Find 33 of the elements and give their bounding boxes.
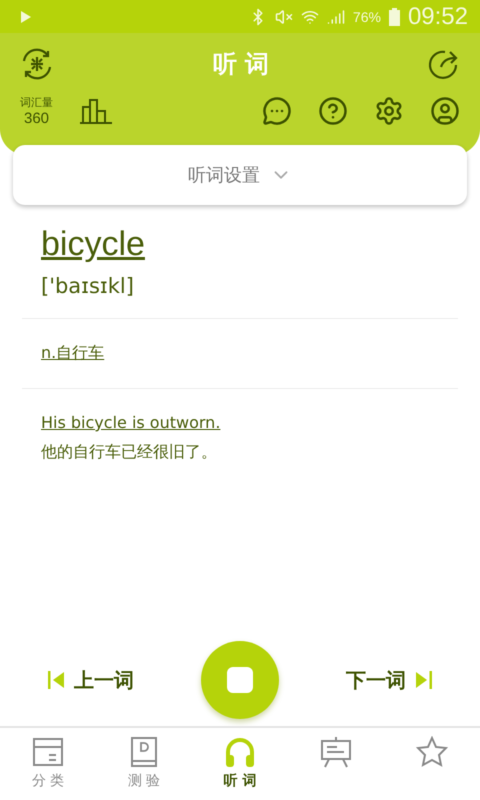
- user-icon[interactable]: [430, 96, 460, 126]
- stop-icon: [227, 667, 253, 693]
- star-icon: [416, 736, 448, 768]
- skip-forward-icon: [414, 670, 432, 690]
- headphones-icon: [224, 736, 256, 768]
- next-button[interactable]: 下一词: [346, 666, 432, 694]
- previous-button[interactable]: 上一词: [48, 666, 134, 694]
- skip-back-icon: [48, 670, 66, 690]
- headword[interactable]: bicycle: [41, 225, 145, 264]
- vocab-label: 词汇量: [20, 95, 53, 110]
- nav-tab[interactable]: 听 词: [192, 728, 288, 800]
- box-icon: [32, 736, 64, 768]
- definition[interactable]: n.自行车: [41, 343, 104, 364]
- easel-icon: [320, 736, 352, 768]
- settings-dropdown[interactable]: 听词设置: [13, 145, 467, 205]
- mute-icon: [274, 8, 293, 26]
- battery-icon: [388, 8, 400, 26]
- battery-level: 76%: [352, 8, 381, 24]
- help-icon[interactable]: [318, 96, 348, 126]
- translation: 他的自行车已经很旧了。: [41, 442, 217, 463]
- play-icon: [20, 10, 32, 24]
- example-sentence[interactable]: His bicycle is outworn.: [41, 413, 220, 432]
- settings-icon[interactable]: [374, 96, 404, 126]
- vocab-count: 360: [24, 110, 50, 127]
- bar-chart-icon[interactable]: [79, 98, 113, 124]
- phonetic: ['baɪsɪkl]: [41, 274, 134, 298]
- rice-cycle-icon[interactable]: [20, 47, 54, 81]
- page-title: 听 词: [212, 49, 270, 80]
- chat-icon[interactable]: [262, 96, 292, 126]
- book-icon: [130, 736, 158, 768]
- signal-icon: [326, 8, 345, 26]
- share-icon[interactable]: [428, 48, 460, 80]
- clock: 09:52: [408, 2, 468, 30]
